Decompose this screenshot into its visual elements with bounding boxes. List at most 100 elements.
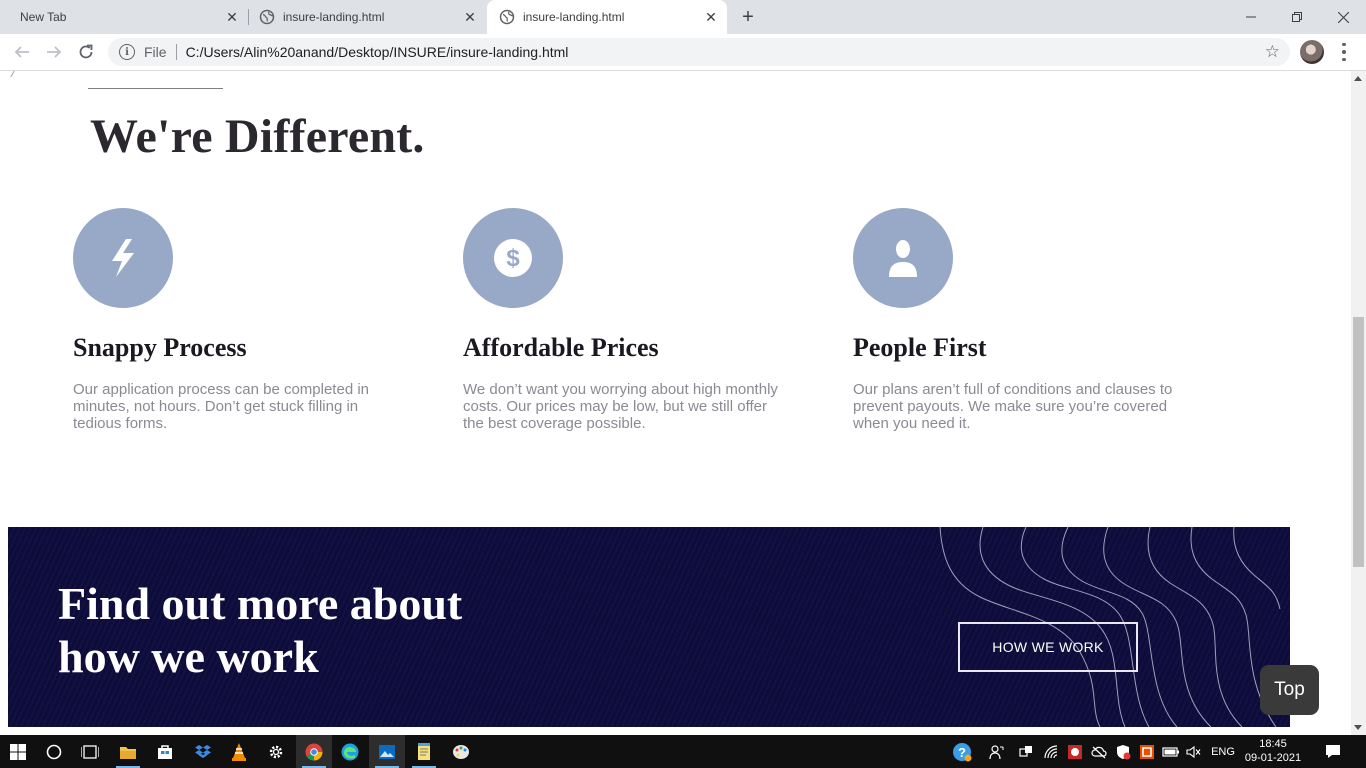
cta-title: Find out more about how we work: [58, 577, 538, 683]
page-viewport: We're Different. Snappy Process Our appl…: [0, 71, 1351, 735]
feature-icon-circle: [73, 208, 173, 308]
close-tab-icon[interactable]: ✕: [462, 9, 478, 25]
help-tray[interactable]: ?: [950, 735, 974, 768]
edge-app[interactable]: [332, 735, 368, 768]
restore-icon: [1292, 12, 1302, 22]
photos-icon: [379, 744, 395, 759]
lightning-icon: [112, 239, 134, 277]
people-tray[interactable]: [986, 735, 1008, 768]
back-button[interactable]: [8, 38, 36, 66]
globe-icon: [499, 9, 515, 25]
decorative-line: [10, 71, 22, 77]
arrow-right-icon: [47, 46, 62, 58]
settings-app[interactable]: [258, 735, 294, 768]
cloud-tray[interactable]: [1089, 735, 1109, 768]
reload-icon: [79, 44, 93, 59]
feature-icon-circle: [853, 208, 953, 308]
close-tab-icon[interactable]: ✕: [224, 9, 240, 25]
new-tab-button[interactable]: +: [736, 5, 760, 29]
antivirus-tray[interactable]: [1065, 735, 1085, 768]
profile-avatar[interactable]: [1300, 40, 1324, 64]
paint-app[interactable]: [443, 735, 479, 768]
tab-new-tab[interactable]: New Tab ✕: [8, 0, 248, 34]
tab-title: insure-landing.html: [283, 10, 385, 24]
feature-title: Affordable Prices: [463, 333, 659, 362]
person-icon: [889, 240, 917, 277]
clock-time: 18:45: [1259, 738, 1287, 750]
windows-taskbar: ? ENG 18:45 09-01-2021: [0, 735, 1366, 768]
notepad-app[interactable]: [406, 735, 442, 768]
address-divider: [175, 44, 177, 60]
scrollbar-thumb[interactable]: [1353, 317, 1364, 567]
feature-description: Our application process can be completed…: [73, 381, 370, 432]
how-we-work-button[interactable]: HOW WE WORK: [958, 622, 1138, 672]
clock-date: 09-01-2021: [1244, 752, 1302, 764]
feature-title: Snappy Process: [73, 333, 247, 362]
search-circle-icon: [46, 744, 62, 759]
vlc-app[interactable]: [221, 735, 257, 768]
reload-button[interactable]: [72, 38, 100, 66]
feature-snappy-process: Snappy Process Our application process c…: [73, 208, 403, 432]
system-clock[interactable]: 18:45 09-01-2021: [1240, 737, 1306, 765]
windows-logo-icon: [10, 743, 26, 760]
back-to-top-button[interactable]: Top: [1260, 665, 1319, 715]
section-title: We're Different.: [90, 110, 425, 163]
search-button[interactable]: [36, 735, 72, 768]
wifi-icon: [1044, 744, 1058, 758]
volume-muted-icon: [1186, 745, 1201, 758]
office-icon: [1140, 744, 1154, 759]
feature-affordable-prices: $ Affordable Prices We don’t want you wo…: [463, 208, 793, 432]
close-window-button[interactable]: [1320, 0, 1366, 34]
dropbox-icon: [195, 744, 211, 758]
browser-menu-icon[interactable]: [1336, 41, 1352, 63]
arrow-left-icon: [14, 46, 29, 58]
palette-icon: [453, 744, 469, 759]
dropbox-app[interactable]: [185, 735, 221, 768]
battery-plug-icon: [1162, 746, 1179, 757]
address-bar[interactable]: i File C:/Users/Alin%20anand/Desktop/INS…: [108, 38, 1290, 66]
tab-title: insure-landing.html: [523, 10, 625, 24]
store-app[interactable]: [147, 735, 183, 768]
photos-app[interactable]: [369, 735, 405, 768]
feature-icon-circle: $: [463, 208, 563, 308]
scheme-label: File: [144, 44, 167, 60]
volume-tray[interactable]: [1184, 735, 1204, 768]
shield-red-icon: [1068, 744, 1082, 759]
feature-description: We don’t want you worrying about high mo…: [463, 381, 778, 432]
language-indicator[interactable]: ENG: [1208, 735, 1238, 768]
gear-icon: [269, 745, 283, 758]
browser-tab-strip: New Tab ✕ insure-landing.html ✕ insure-l…: [0, 0, 1366, 34]
task-view-button[interactable]: [72, 735, 108, 768]
help-icon: ?: [953, 742, 972, 761]
minimize-icon: [1246, 16, 1256, 18]
start-button[interactable]: [0, 735, 36, 768]
minimize-button[interactable]: [1228, 0, 1274, 34]
close-tab-icon[interactable]: ✕: [703, 9, 719, 25]
security-tray[interactable]: [1113, 735, 1133, 768]
battery-tray[interactable]: [1160, 735, 1182, 768]
folder-icon: [120, 746, 136, 759]
vlc-cone-icon: [232, 742, 246, 761]
file-explorer-app[interactable]: [110, 735, 146, 768]
bookmark-star-icon[interactable]: ☆: [1265, 42, 1280, 62]
notification-icon: [1326, 745, 1340, 758]
site-info-icon[interactable]: i: [119, 44, 135, 60]
wifi-tray[interactable]: [1042, 735, 1062, 768]
browser-toolbar: i File C:/Users/Alin%20anand/Desktop/INS…: [0, 34, 1366, 71]
tab-insure-landing-1[interactable]: insure-landing.html ✕: [248, 0, 486, 34]
office-tray[interactable]: [1137, 735, 1157, 768]
restore-button[interactable]: [1274, 0, 1320, 34]
tab-insure-landing-active[interactable]: insure-landing.html ✕: [487, 0, 727, 34]
scroll-down-icon[interactable]: [1354, 725, 1362, 730]
dollar-icon: $: [494, 239, 532, 277]
notification-center[interactable]: [1318, 735, 1348, 768]
device-tray[interactable]: [1016, 735, 1036, 768]
chrome-app[interactable]: [296, 735, 332, 768]
forward-button[interactable]: [40, 38, 68, 66]
url-text[interactable]: C:/Users/Alin%20anand/Desktop/INSURE/ins…: [186, 44, 569, 60]
people-icon: [989, 744, 1004, 759]
cta-title-line-1: Find out more about: [58, 578, 463, 629]
feature-description: Our plans aren’t full of conditions and …: [853, 381, 1173, 432]
scroll-up-icon[interactable]: [1354, 76, 1362, 81]
vertical-scrollbar[interactable]: [1351, 71, 1366, 735]
